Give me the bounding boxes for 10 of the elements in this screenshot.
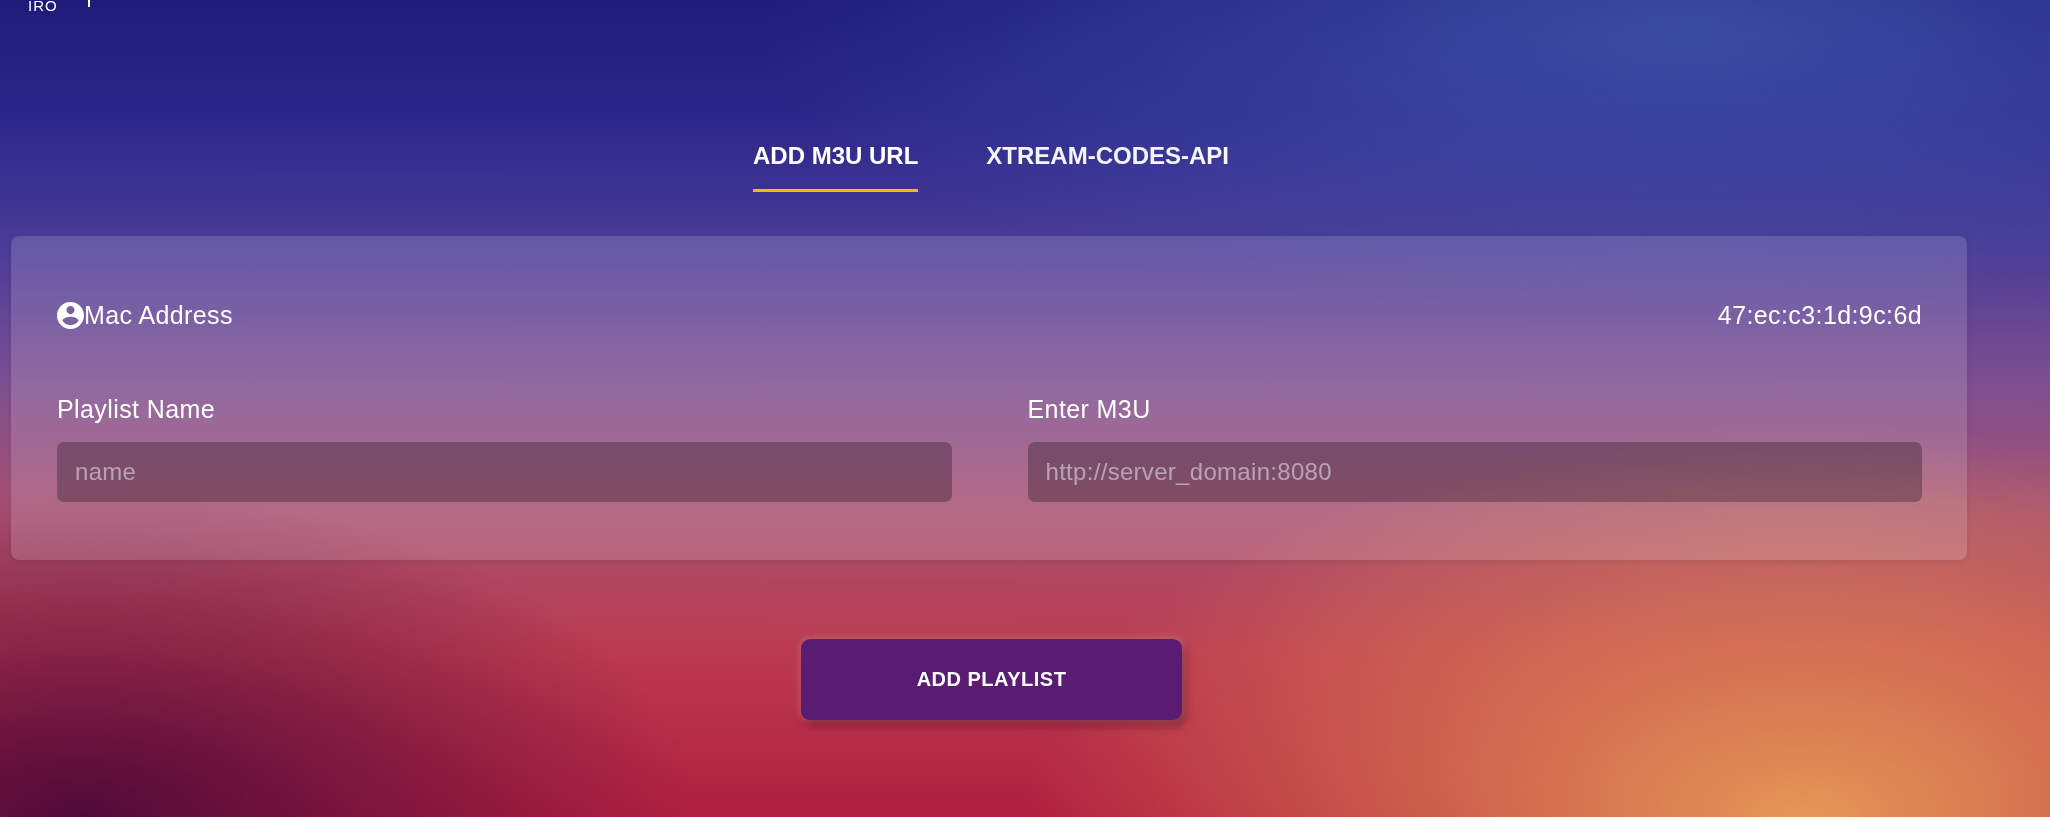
text-field[interactable]: name (57, 442, 952, 502)
mac-address-value: 47:ec:c3:1d:9c:6d (1717, 301, 1922, 329)
field-label: Playlist Name (57, 395, 216, 423)
logo: IRO (28, 0, 58, 12)
tab[interactable]: ADD M3U URL (753, 143, 919, 192)
tab[interactable]: XTREAM-CODES-API (986, 143, 1229, 192)
add-playlist-button[interactable]: ADD PLAYLIST (801, 639, 1182, 720)
mac-address-label: Mac Address (84, 301, 233, 329)
text-field[interactable]: http://server_domain:8080 (1027, 442, 1922, 502)
field-label: Enter M3U (1027, 395, 1151, 423)
